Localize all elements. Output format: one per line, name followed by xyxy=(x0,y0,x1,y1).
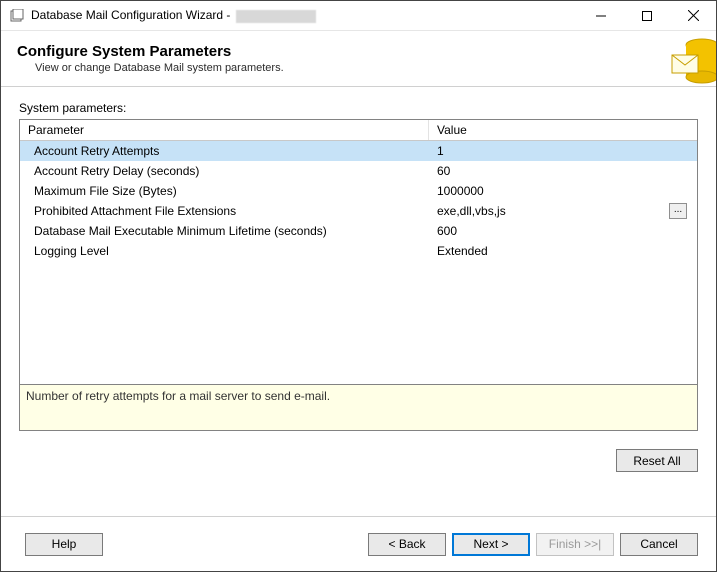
column-header-value[interactable]: Value xyxy=(429,120,697,140)
wizard-window: Database Mail Configuration Wizard - Con… xyxy=(0,0,717,572)
content-area: System parameters: Parameter Value Accou… xyxy=(1,87,716,516)
param-value-text: 1000000 xyxy=(437,184,484,198)
param-value-text: exe,dll,vbs,js xyxy=(437,204,506,218)
banner-graphic-icon xyxy=(652,31,716,86)
param-value-cell[interactable]: 60 xyxy=(429,164,697,178)
table-row[interactable]: Maximum File Size (Bytes) 1000000 xyxy=(20,181,697,201)
param-value-cell[interactable]: Extended xyxy=(429,244,697,258)
param-value-cell[interactable]: 1000000 xyxy=(429,184,697,198)
param-value-cell[interactable]: exe,dll,vbs,js... xyxy=(429,203,697,219)
page-subtitle: View or change Database Mail system para… xyxy=(35,62,284,74)
table-row[interactable]: Account Retry Attempts 1 xyxy=(20,141,697,161)
table-row[interactable]: Prohibited Attachment File Extensionsexe… xyxy=(20,201,697,221)
param-value-cell[interactable]: 600 xyxy=(429,224,697,238)
param-value-text: Extended xyxy=(437,244,488,258)
param-value-cell[interactable]: 1 xyxy=(429,144,697,158)
column-header-parameter[interactable]: Parameter xyxy=(20,120,429,140)
param-name-cell: Account Retry Delay (seconds) xyxy=(20,164,429,178)
ellipsis-button[interactable]: ... xyxy=(669,203,687,219)
grid-header: Parameter Value xyxy=(20,120,697,141)
param-value-text: 1 xyxy=(437,144,444,158)
param-name-cell: Prohibited Attachment File Extensions xyxy=(20,204,429,218)
header-banner: Configure System Parameters View or chan… xyxy=(1,31,716,87)
app-icon xyxy=(9,8,25,24)
param-name-cell: Maximum File Size (Bytes) xyxy=(20,184,429,198)
param-name-cell: Logging Level xyxy=(20,244,429,258)
system-parameters-label: System parameters: xyxy=(19,101,698,115)
help-button[interactable]: Help xyxy=(25,533,103,556)
param-name-cell: Database Mail Executable Minimum Lifetim… xyxy=(20,224,429,238)
maximize-button[interactable] xyxy=(624,1,670,30)
server-name-redacted xyxy=(236,10,316,23)
parameters-grid[interactable]: Parameter Value Account Retry Attempts1A… xyxy=(19,119,698,385)
titlebar[interactable]: Database Mail Configuration Wizard - xyxy=(1,1,716,31)
page-title: Configure System Parameters xyxy=(17,43,284,60)
table-row[interactable]: Logging Level Extended xyxy=(20,241,697,261)
cancel-button[interactable]: Cancel xyxy=(620,533,698,556)
reset-all-button[interactable]: Reset All xyxy=(616,449,698,472)
back-button[interactable]: < Back xyxy=(368,533,446,556)
next-button[interactable]: Next > xyxy=(452,533,530,556)
parameter-description: Number of retry attempts for a mail serv… xyxy=(19,385,698,431)
param-value-text: 60 xyxy=(437,164,450,178)
table-row[interactable]: Account Retry Delay (seconds) 60 xyxy=(20,161,697,181)
window-title: Database Mail Configuration Wizard - xyxy=(31,8,578,22)
param-value-text: 600 xyxy=(437,224,457,238)
window-controls xyxy=(578,1,716,30)
footer-bar: Help < Back Next > Finish >>| Cancel xyxy=(1,517,716,571)
minimize-button[interactable] xyxy=(578,1,624,30)
finish-button: Finish >>| xyxy=(536,533,614,556)
close-button[interactable] xyxy=(670,1,716,30)
grid-body: Account Retry Attempts 1 Account Retry Del… xyxy=(20,141,697,261)
param-name-cell: Account Retry Attempts xyxy=(20,144,429,158)
table-row[interactable]: Database Mail Executable Minimum Lifetim… xyxy=(20,221,697,241)
